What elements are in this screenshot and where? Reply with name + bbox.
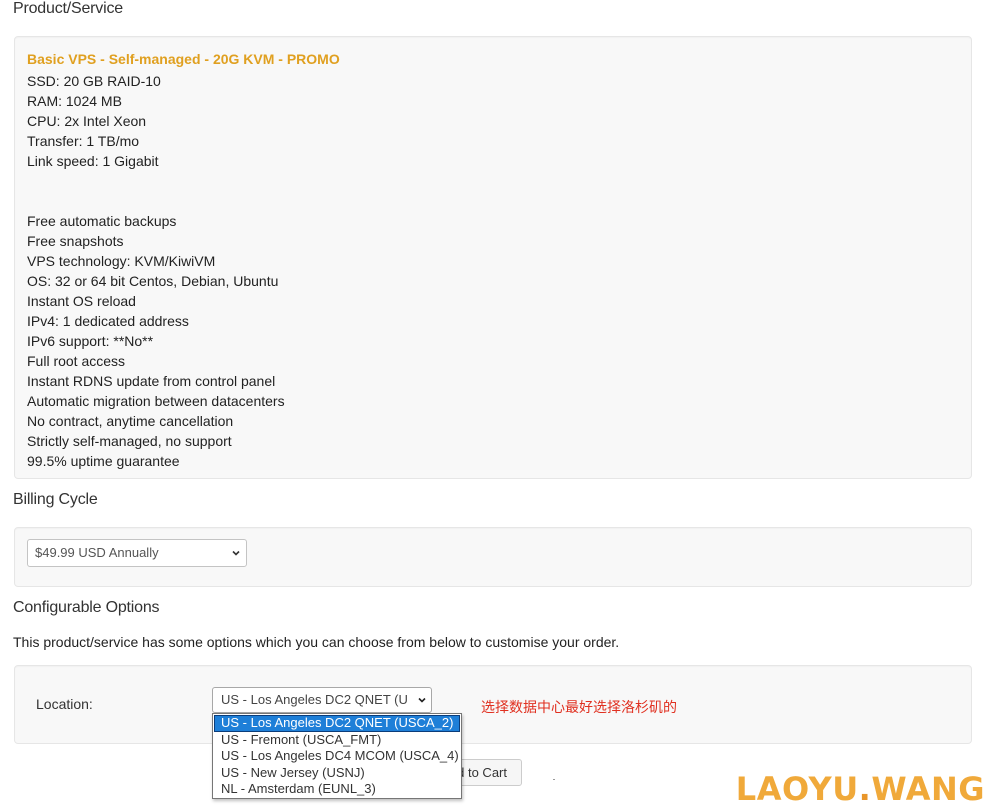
product-description-line: Full root access <box>27 353 126 369</box>
location-option[interactable]: NL - Amsterdam (EUNL_3) <box>213 781 461 798</box>
product-description-line <box>27 171 285 191</box>
product-description-line: VPS technology: KVM/KiwiVM <box>27 253 216 269</box>
billing-cycle-value: $49.99 USD Annually <box>35 545 159 560</box>
chevron-down-icon <box>418 697 426 703</box>
product-description-line: Free automatic backups <box>27 213 177 229</box>
product-description-line: Free snapshots <box>27 233 124 249</box>
billing-cycle-panel: $49.99 USD Annually <box>14 527 972 587</box>
location-option[interactable]: US - New Jersey (USNJ) <box>213 765 461 782</box>
product-description-line: OS: 32 or 64 bit Centos, Debian, Ubuntu <box>27 273 279 289</box>
product-description-line: RAM: 1024 MB <box>27 93 122 109</box>
location-label: Location: <box>36 696 93 712</box>
product-description-line: Instant RDNS update from control panel <box>27 373 276 389</box>
stray-dot <box>553 779 555 780</box>
location-dropdown-list[interactable]: US - Los Angeles DC2 QNET (USCA_2) US - F… <box>212 713 462 799</box>
product-description-line: SSD: 20 GB RAID-10 <box>27 73 161 89</box>
chevron-down-icon <box>232 550 240 556</box>
product-description-line: Transfer: 1 TB/mo <box>27 133 140 149</box>
location-select-value: US - Los Angeles DC2 QNET (U <box>221 692 408 707</box>
location-annotation: 选择数据中心最好选择洛杉矶的 <box>481 700 677 716</box>
product-description-line: CPU: 2x Intel Xeon <box>27 113 147 129</box>
configurable-options-heading: Configurable Options <box>13 599 160 616</box>
configurable-options-intro: This product/service has some options wh… <box>13 634 620 650</box>
product-description-line: Strictly self-managed, no support <box>27 433 232 449</box>
product-description-line: IPv6 support: **No** <box>27 333 154 349</box>
product-description: SSD: 20 GB RAID-10 RAM: 1024 MB CPU: 2x In… <box>27 71 285 471</box>
product-description-line: IPv4: 1 dedicated address <box>27 313 189 329</box>
product-description-line: Instant OS reload <box>27 293 136 309</box>
billing-cycle-heading: Billing Cycle <box>13 491 98 508</box>
location-option[interactable]: US - Fremont (USCA_FMT) <box>213 732 461 749</box>
billing-cycle-select[interactable]: $49.99 USD Annually <box>27 539 247 567</box>
product-description-line <box>27 191 285 211</box>
product-name: Basic VPS - Self-managed - 20G KVM - PRO… <box>27 51 340 67</box>
product-details-panel: Basic VPS - Self-managed - 20G KVM - PRO… <box>14 36 972 479</box>
product-description-line: No contract, anytime cancellation <box>27 413 234 429</box>
product-description-line: Automatic migration between datacenters <box>27 393 285 409</box>
location-option[interactable]: US - Los Angeles DC4 MCOM (USCA_4) <box>213 748 461 765</box>
product-section-heading: Product/Service <box>13 0 123 17</box>
product-description-line: 99.5% uptime guarantee <box>27 453 180 469</box>
location-option[interactable]: US - Los Angeles DC2 QNET (USCA_2) <box>214 715 460 732</box>
watermark-logo: LAOYU.WANG <box>735 770 985 808</box>
product-description-line: Link speed: 1 Gigabit <box>27 153 159 169</box>
location-select[interactable]: US - Los Angeles DC2 QNET (U <box>212 687 432 713</box>
